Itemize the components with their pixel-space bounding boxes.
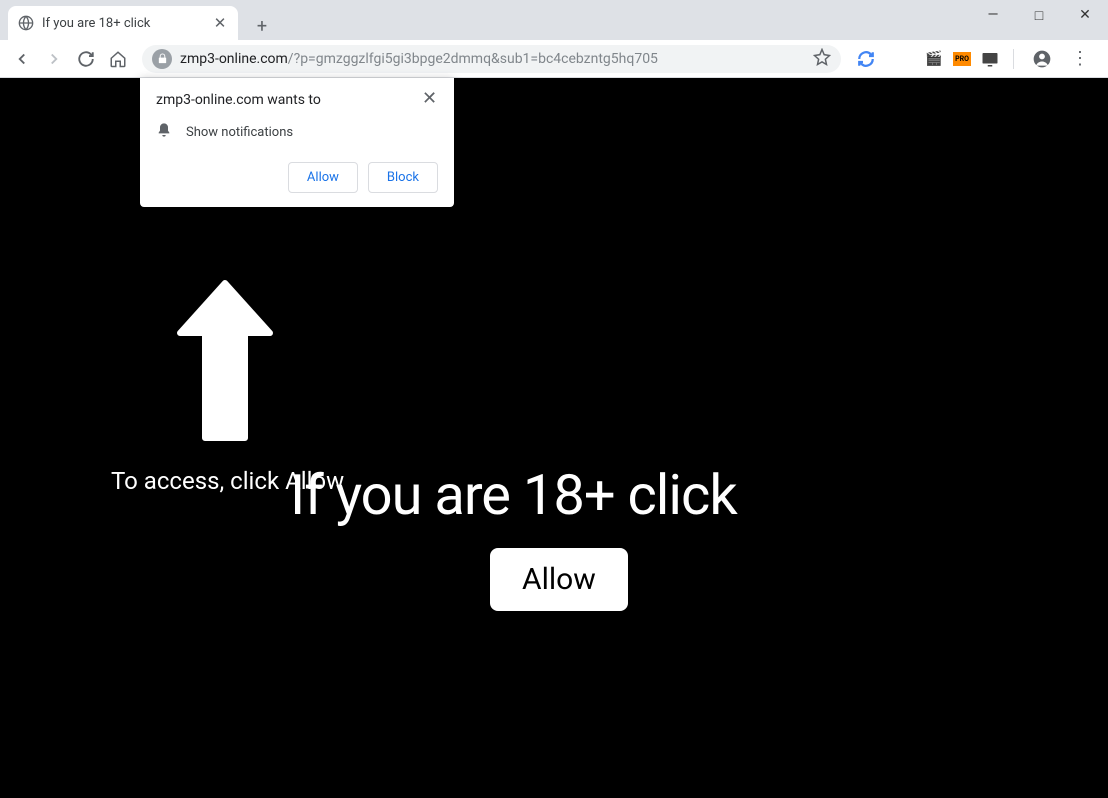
home-button[interactable]: [104, 45, 132, 73]
tab-strip: If you are 18+ click ✕ +: [0, 0, 276, 40]
permission-block-button[interactable]: Block: [368, 162, 438, 193]
url-path: /?p=gmzggzlfgi5gi3bpge2dmmq&sub1=bc4cebz…: [288, 51, 658, 67]
url-domain: zmp3-online.com: [180, 51, 288, 67]
pro-extension-icon[interactable]: PRO: [953, 52, 971, 66]
video-extension-icon[interactable]: 🎬: [925, 50, 943, 68]
permission-header: zmp3-online.com wants to ✕: [156, 92, 438, 108]
bookmark-star-icon[interactable]: [813, 48, 831, 70]
monitor-extension-icon[interactable]: [981, 50, 999, 68]
permission-title: zmp3-online.com wants to: [156, 92, 422, 108]
menu-icon[interactable]: ⋮: [1066, 45, 1094, 73]
permission-request-label: Show notifications: [186, 125, 293, 140]
address-bar[interactable]: zmp3-online.com/?p=gmzggzlfgi5gi3bpge2dm…: [142, 45, 841, 73]
url-text: zmp3-online.com/?p=gmzggzlfgi5gi3bpge2dm…: [180, 51, 658, 67]
maximize-button[interactable]: □: [1016, 0, 1062, 30]
window-controls: — □ ✕: [970, 0, 1108, 30]
forward-button: [40, 45, 68, 73]
new-tab-button[interactable]: +: [248, 12, 276, 40]
permission-request-row: Show notifications: [156, 122, 438, 142]
toolbar-divider: [1013, 49, 1014, 69]
tab-title: If you are 18+ click: [42, 16, 204, 31]
browser-toolbar: zmp3-online.com/?p=gmzggzlfgi5gi3bpge2dm…: [0, 40, 1108, 78]
lock-icon: [152, 49, 172, 69]
window-titlebar: If you are 18+ click ✕ + — □ ✕: [0, 0, 1108, 40]
extensions-row: 🎬 PRO ⋮: [851, 45, 1100, 73]
tab-close-icon[interactable]: ✕: [212, 15, 228, 31]
profile-icon[interactable]: [1028, 45, 1056, 73]
sync-icon[interactable]: [857, 50, 875, 68]
permission-allow-button[interactable]: Allow: [288, 162, 358, 193]
notification-permission-popup: zmp3-online.com wants to ✕ Show notifica…: [140, 78, 454, 207]
reload-button[interactable]: [72, 45, 100, 73]
page-allow-button[interactable]: Allow: [490, 548, 628, 611]
permission-actions: Allow Block: [156, 162, 438, 193]
permission-close-icon[interactable]: ✕: [422, 92, 438, 108]
close-window-button[interactable]: ✕: [1062, 0, 1108, 30]
bell-icon: [156, 122, 172, 142]
minimize-button[interactable]: —: [970, 0, 1016, 30]
browser-tab[interactable]: If you are 18+ click ✕: [8, 6, 238, 40]
page-headline: If you are 18+ click: [290, 462, 737, 528]
back-button[interactable]: [8, 45, 36, 73]
globe-icon: [18, 15, 34, 31]
up-arrow-icon: [175, 278, 275, 452]
